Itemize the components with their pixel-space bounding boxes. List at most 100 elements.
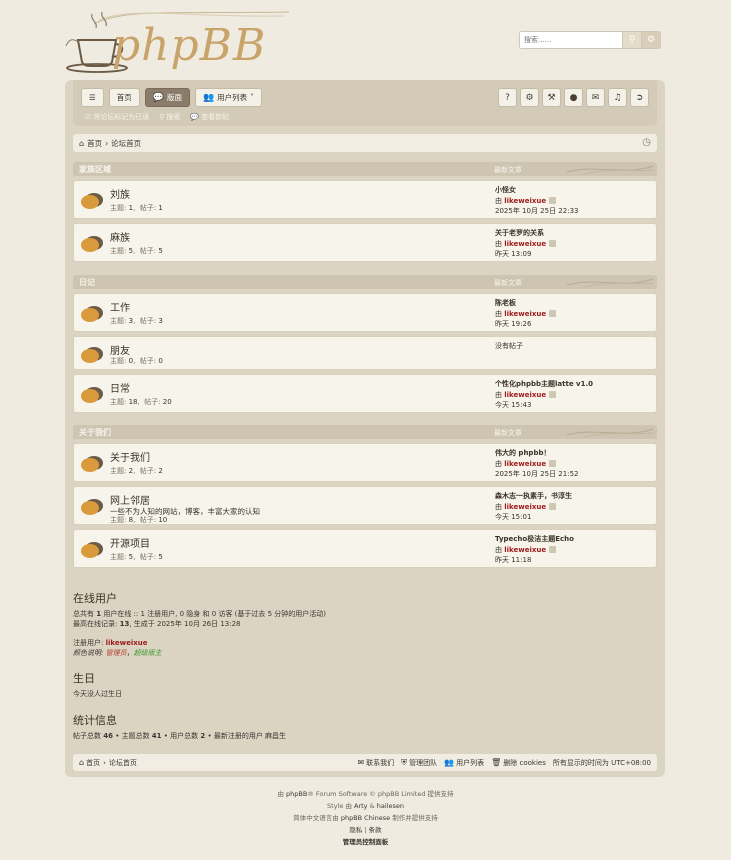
search-button[interactable]: ⚲: [622, 32, 641, 48]
view-latest-post-icon[interactable]: [549, 545, 557, 553]
profile-button[interactable]: ●: [564, 88, 583, 107]
forum-read-icon: [81, 306, 103, 322]
view-latest-post-icon[interactable]: [549, 390, 557, 398]
last-post: 小怪女 由 likeweixue 2025年 10月 25日 22:33: [495, 185, 578, 217]
newest-user[interactable]: 麻昌生: [265, 732, 286, 740]
last-post: 关于老罗的关系 由 likeweixue 昨天 13:09: [495, 228, 557, 260]
last-post-user[interactable]: likeweixue: [504, 503, 546, 511]
online-text-part: 总共有: [73, 610, 97, 618]
legend-admin[interactable]: 管理员: [106, 649, 127, 657]
last-post-title[interactable]: 森木志一执素手，书淳生: [495, 491, 572, 502]
last-post-user[interactable]: likeweixue: [504, 240, 546, 248]
last-post-title[interactable]: 小怪女: [495, 185, 578, 196]
last-post-user[interactable]: likeweixue: [504, 197, 546, 205]
nav-forums-button[interactable]: 💬 版面: [144, 88, 190, 107]
acp-link[interactable]: 管理员控制面板: [0, 836, 731, 848]
forum-name[interactable]: 朋友: [110, 342, 130, 357]
last-post-time: 今天 15:01: [495, 513, 532, 521]
category-title[interactable]: 日记: [79, 277, 95, 288]
last-post-title[interactable]: 个性化phpbb主题latte v1.0: [495, 379, 593, 390]
logout-button[interactable]: ➲: [630, 88, 649, 107]
last-post-user[interactable]: likeweixue: [504, 310, 546, 318]
posts-count: 1: [158, 204, 163, 212]
powered-by: 由 phpBB® Forum Software © phpBB Limited …: [0, 788, 731, 800]
posts-count: 5: [158, 247, 163, 255]
style-credit: Style 由 Arty & hailesen: [0, 800, 731, 812]
forum-name[interactable]: 日常: [110, 380, 130, 395]
team-link[interactable]: ⛨ 管理团队: [401, 758, 437, 768]
forum-read-icon: [81, 499, 103, 515]
by-label: 由: [495, 390, 502, 399]
forum-name[interactable]: 网上邻居: [110, 492, 150, 507]
mcp-button[interactable]: ⚒: [542, 88, 561, 107]
last-post: 个性化phpbb主题latte v1.0 由 likeweixue 今天 15:…: [495, 379, 593, 411]
members-link[interactable]: 👥 用户列表: [444, 758, 484, 768]
posts-label: 帖子:: [139, 204, 157, 212]
forum-name[interactable]: 关于我们: [110, 449, 150, 464]
view-latest-post-icon[interactable]: [549, 459, 557, 467]
new-posts-label: 查看新帖: [201, 113, 230, 121]
notifications-button[interactable]: ♫: [608, 88, 627, 107]
search-box: ⚲ ⚙: [519, 31, 661, 49]
phpbb-chinese-link[interactable]: phpBB Chinese: [341, 814, 390, 822]
posts-count: 10: [158, 516, 168, 524]
nav-forums-label: 版面: [166, 93, 182, 102]
copyright-text: 制作并提供支持: [390, 814, 438, 822]
last-post-user[interactable]: likeweixue: [504, 546, 546, 554]
forum-name[interactable]: 刘族: [110, 186, 130, 201]
advanced-search-button[interactable]: ⚙: [641, 32, 660, 48]
private-messages-button[interactable]: ✉: [586, 88, 605, 107]
footer-forum-index-link[interactable]: 论坛首页: [109, 758, 137, 768]
forum-stats: 主题: 5, 帖子: 5: [110, 247, 163, 255]
envelope-icon: ✉: [357, 757, 365, 767]
forum-read-icon: [81, 347, 103, 363]
contact-link[interactable]: ✉ 联系我们: [357, 758, 394, 768]
navbar: ☰ 首页 💬 版面 👥 用户列表 ˅ ? ⚙ ⚒ ● ✉ ♫ ➲ ☑ 将论坛标记为已读 …: [73, 80, 657, 126]
forum-name[interactable]: 麻族: [110, 229, 130, 244]
language-credit: 简体中文语言由 phpBB Chinese 制作并提供支持: [0, 812, 731, 824]
breadcrumb-forum-index[interactable]: 论坛首页: [111, 138, 141, 149]
faq-button[interactable]: ?: [498, 88, 517, 107]
home-icon: ⌂: [79, 138, 85, 148]
view-latest-post-icon[interactable]: [549, 309, 557, 317]
acp-button[interactable]: ⚙: [520, 88, 539, 107]
footer-links: ✉ 联系我们 ⛨ 管理团队 👥 用户列表 🗑 删除 cookies 所有显示的时间为 U…: [357, 758, 651, 768]
by-label: 由: [495, 309, 502, 318]
forum-name[interactable]: 开源项目: [110, 535, 150, 550]
chevron-down-icon: ˅: [250, 93, 254, 102]
view-latest-post-icon[interactable]: [549, 502, 557, 510]
phpbb-link[interactable]: phpBB: [286, 790, 307, 798]
privacy-link[interactable]: 隐私: [349, 826, 362, 834]
nav-main: ☰ 首页 💬 版面 👥 用户列表 ˅: [81, 88, 262, 107]
topics-label: 主题:: [110, 247, 127, 255]
search-link[interactable]: ⚲ 搜索: [159, 112, 180, 122]
topics-count: 18: [128, 398, 138, 406]
nav-memberlist-button[interactable]: 👥 用户列表 ˅: [194, 88, 262, 107]
mark-read-link[interactable]: ☑ 将论坛标记为已读: [85, 112, 149, 122]
category-title[interactable]: 关于我们: [79, 427, 111, 438]
terms-link[interactable]: 条款: [369, 826, 382, 834]
view-latest-post-icon[interactable]: [549, 196, 557, 204]
last-post-user[interactable]: likeweixue: [504, 391, 546, 399]
new-posts-link[interactable]: 💬 查看新帖: [190, 112, 229, 122]
user-icon: ●: [569, 92, 578, 103]
breadcrumb-home[interactable]: 首页: [87, 138, 102, 149]
search-input[interactable]: [520, 32, 622, 48]
hailesen-link[interactable]: hailesen: [377, 802, 404, 810]
footer-home-link[interactable]: 首页: [86, 758, 100, 768]
legend-super-mod[interactable]: 超级版主: [134, 649, 162, 657]
last-post-title[interactable]: 陈老板: [495, 298, 556, 309]
quick-links-menu-button[interactable]: ☰: [81, 88, 104, 107]
site-logo[interactable]: phpBB: [64, 6, 294, 76]
forum-name[interactable]: 工作: [110, 299, 130, 314]
last-post-title[interactable]: Typecho极洁主题Echo: [495, 534, 574, 545]
last-post-title[interactable]: 关于老罗的关系: [495, 228, 556, 239]
last-post-title[interactable]: 伟大的 phpbb！: [495, 448, 578, 459]
arty-link[interactable]: Arty: [354, 802, 368, 810]
last-post-user[interactable]: likeweixue: [504, 460, 546, 468]
nav-home-button[interactable]: 首页: [108, 88, 140, 107]
view-latest-post-icon[interactable]: [549, 239, 557, 247]
delete-cookies-link[interactable]: 🗑 删除 cookies: [491, 758, 546, 768]
category-title[interactable]: 家族区域: [79, 164, 111, 175]
registered-user[interactable]: likeweixue: [106, 639, 148, 647]
